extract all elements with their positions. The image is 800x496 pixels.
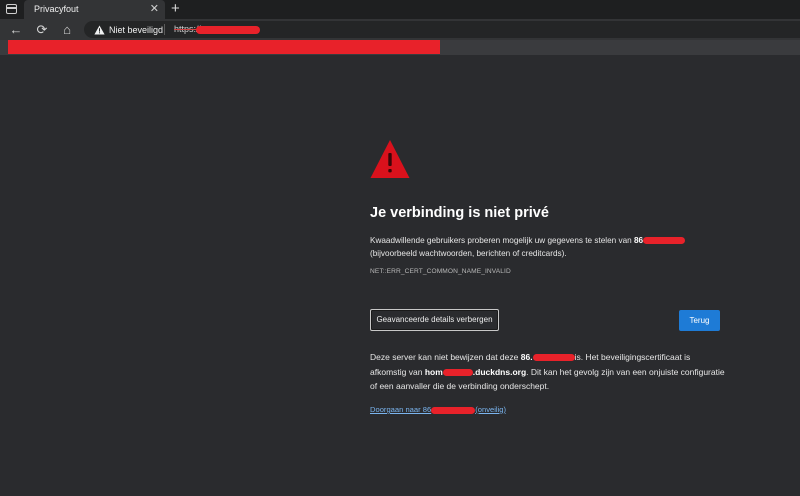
description-text-2: (bijvoorbeeld wachtwoorden, berichten of… [370, 249, 567, 258]
tab-actions-icon[interactable] [6, 4, 17, 14]
error-description: Kwaadwillende gebruikers proberen mogeli… [370, 234, 722, 260]
details-text: Deze server kan niet bewijzen dat deze [370, 352, 521, 362]
redaction-mark [431, 406, 476, 414]
address-divider [164, 24, 165, 35]
error-code: NET::ERR_CERT_COMMON_NAME_INVALID [370, 268, 511, 275]
proceed-prefix: Doorgaan naar 86 [370, 405, 432, 414]
tab-close-icon[interactable]: ✕ [150, 2, 159, 15]
cert-host-end: .duckdns.org [472, 366, 527, 377]
redaction-mark [643, 237, 686, 245]
details-host: 86. [520, 352, 533, 362]
security-indicator[interactable]: Niet beveiligd [94, 23, 163, 36]
redaction-mark [532, 354, 575, 362]
proceed-suffix: (onveilig) [475, 405, 507, 414]
security-label: Niet beveiligd [109, 24, 164, 35]
warning-icon [370, 140, 410, 178]
description-text: Kwaadwillende gebruikers proberen mogeli… [370, 236, 634, 245]
home-icon[interactable]: ⌂ [58, 21, 76, 38]
new-tab-button[interactable]: + [171, 0, 180, 18]
tab-title: Privacyfout [34, 4, 79, 14]
advanced-details-button[interactable]: Geavanceerde details verbergen [370, 309, 499, 331]
redaction-mark [442, 368, 473, 376]
tab-strip: Privacyfout ✕ + [0, 0, 800, 19]
page-title: Je verbinding is niet privé [370, 205, 549, 221]
reload-icon[interactable]: ⟳ [33, 21, 51, 38]
info-bar [0, 40, 800, 55]
back-button[interactable]: Terug [679, 310, 720, 331]
back-arrow-icon[interactable]: ← [7, 21, 25, 38]
advanced-details-text: Deze server kan niet bewijzen dat deze 8… [370, 350, 726, 394]
warning-icon [94, 25, 105, 34]
tab-privacyfout[interactable]: Privacyfout ✕ [24, 0, 165, 19]
address-bar[interactable]: Niet beveiligd https:// [84, 21, 800, 38]
toolbar: ← ⟳ ⌂ Niet beveiligd https:// [0, 19, 800, 40]
cert-host-start: hom [424, 366, 443, 377]
proceed-unsafe-link[interactable]: Doorgaan naar 86 (onveilig) [370, 405, 506, 414]
redaction-mark [196, 26, 260, 34]
description-host: 86 [633, 236, 644, 245]
redaction-mark [8, 40, 440, 54]
